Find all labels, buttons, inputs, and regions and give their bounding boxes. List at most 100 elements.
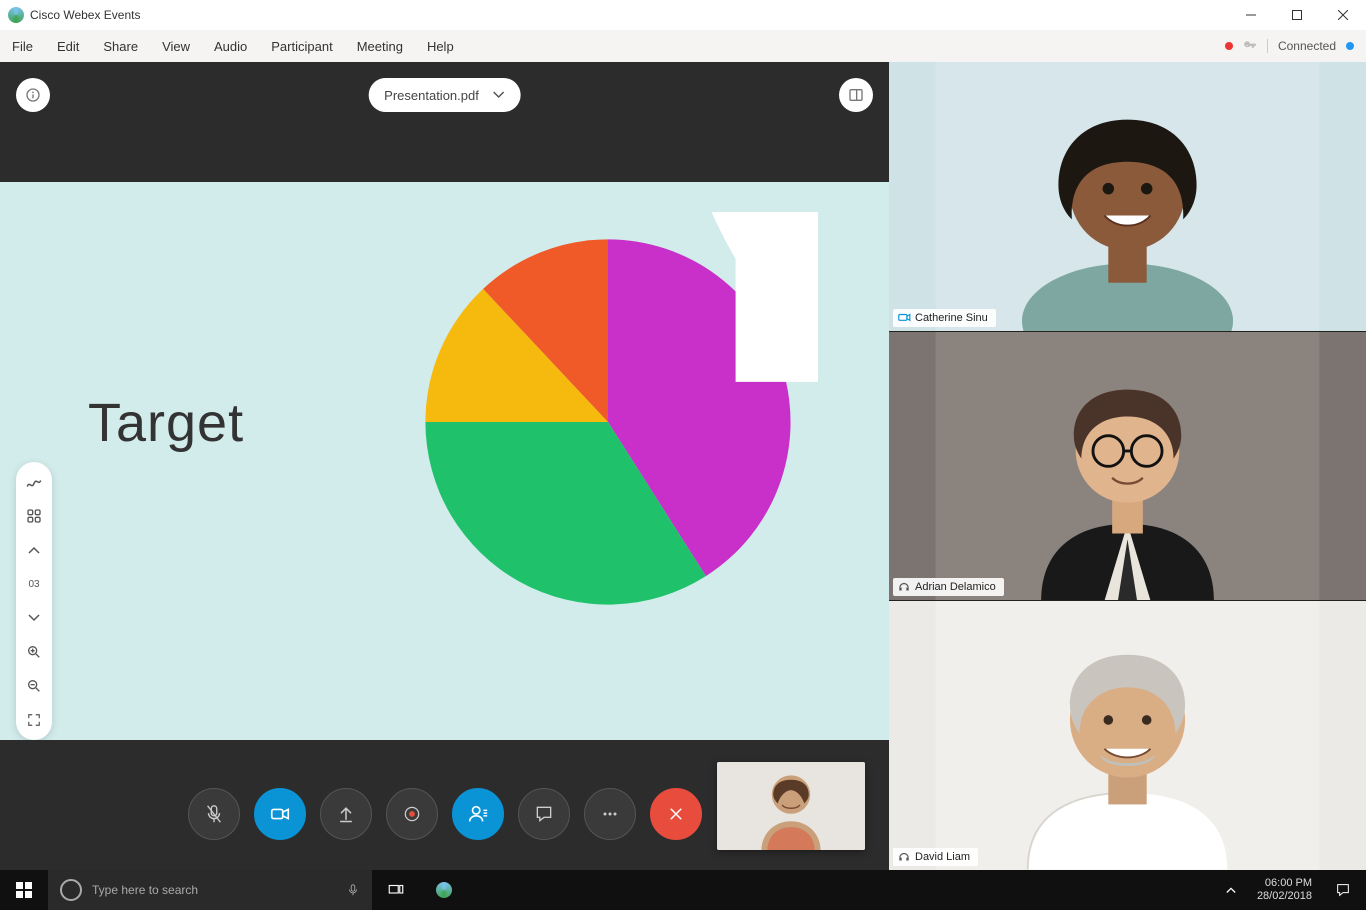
mic-off-icon bbox=[203, 803, 225, 825]
avatar-icon bbox=[889, 332, 1366, 601]
avatar-icon bbox=[717, 762, 865, 850]
meeting-controls-bar bbox=[0, 760, 889, 870]
menu-share[interactable]: Share bbox=[103, 39, 138, 54]
menu-audio[interactable]: Audio bbox=[214, 39, 247, 54]
scribble-icon bbox=[25, 473, 43, 491]
scribble-tool[interactable] bbox=[24, 472, 44, 492]
taskbar-clock[interactable]: 06:00 PM 28/02/2018 bbox=[1247, 877, 1322, 903]
end-call-button[interactable] bbox=[650, 788, 702, 840]
participant-name-badge: Adrian Delamico bbox=[893, 578, 1004, 596]
page-number: 03 bbox=[24, 574, 44, 594]
participant-name: Adrian Delamico bbox=[915, 581, 996, 593]
webex-logo-icon bbox=[8, 7, 24, 23]
record-button[interactable] bbox=[386, 788, 438, 840]
grid-icon bbox=[26, 508, 42, 524]
window-titlebar: Cisco Webex Events bbox=[0, 0, 1366, 30]
participant-tile[interactable]: David Liam bbox=[889, 601, 1366, 870]
avatar-icon bbox=[889, 62, 1366, 331]
menu-participant[interactable]: Participant bbox=[271, 39, 332, 54]
menu-view[interactable]: View bbox=[162, 39, 190, 54]
participant-name-badge: Catherine Sinu bbox=[893, 309, 996, 327]
windows-taskbar: Type here to search 06:00 PM 28/02/2018 bbox=[0, 870, 1366, 910]
chat-button[interactable] bbox=[518, 788, 570, 840]
layout-button[interactable] bbox=[839, 78, 873, 112]
self-video-thumbnail[interactable] bbox=[717, 762, 865, 850]
participants-button[interactable] bbox=[452, 788, 504, 840]
chevron-up-icon bbox=[28, 546, 40, 554]
share-button[interactable] bbox=[320, 788, 372, 840]
zoom-out-button[interactable] bbox=[24, 676, 44, 696]
connection-status: Connected bbox=[1278, 39, 1336, 53]
more-icon bbox=[600, 804, 620, 824]
taskbar-app-webex[interactable] bbox=[420, 870, 468, 910]
zoom-in-button[interactable] bbox=[24, 642, 44, 662]
fullscreen-button[interactable] bbox=[24, 710, 44, 730]
tray-chevron[interactable] bbox=[1219, 870, 1243, 910]
annotation-toolbar: 03 bbox=[16, 462, 52, 740]
more-options-button[interactable] bbox=[584, 788, 636, 840]
video-button[interactable] bbox=[254, 788, 306, 840]
menu-meeting[interactable]: Meeting bbox=[357, 39, 403, 54]
mic-icon[interactable] bbox=[346, 881, 360, 899]
action-center-button[interactable] bbox=[1326, 870, 1360, 910]
participant-name: Catherine Sinu bbox=[915, 312, 988, 324]
expand-icon bbox=[27, 713, 41, 727]
info-icon bbox=[25, 87, 41, 103]
window-title: Cisco Webex Events bbox=[30, 8, 141, 22]
record-icon bbox=[402, 804, 422, 824]
presentation-top-bar: Presentation.pdf bbox=[0, 62, 889, 182]
clock-time: 06:00 PM bbox=[1257, 877, 1312, 890]
avatar-icon bbox=[889, 601, 1366, 870]
record-indicator-icon bbox=[1225, 42, 1233, 50]
taskbar-search[interactable]: Type here to search bbox=[48, 870, 372, 910]
close-icon bbox=[667, 805, 685, 823]
task-view-icon bbox=[387, 881, 405, 899]
workspace: Presentation.pdf Target bbox=[0, 62, 1366, 870]
menu-edit[interactable]: Edit bbox=[57, 39, 79, 54]
camera-icon bbox=[269, 803, 291, 825]
zoom-out-icon bbox=[26, 678, 42, 694]
upload-icon bbox=[336, 804, 356, 824]
search-placeholder: Type here to search bbox=[92, 883, 198, 897]
cortana-icon bbox=[60, 879, 82, 901]
window-maximize-button[interactable] bbox=[1274, 0, 1320, 30]
presentation-pane: Presentation.pdf Target bbox=[0, 62, 889, 870]
lock-icon[interactable] bbox=[1243, 39, 1257, 53]
mute-button[interactable] bbox=[188, 788, 240, 840]
start-button[interactable] bbox=[0, 870, 48, 910]
chevron-down-icon bbox=[493, 89, 505, 101]
menu-help[interactable]: Help bbox=[427, 39, 454, 54]
zoom-in-icon bbox=[26, 644, 42, 660]
pie-chart: 41% 34% 13% 12% bbox=[398, 212, 818, 632]
menu-file[interactable]: File bbox=[12, 39, 33, 54]
participant-name: David Liam bbox=[915, 851, 970, 863]
info-button[interactable] bbox=[16, 78, 50, 112]
menu-bar: File Edit Share View Audio Participant M… bbox=[0, 30, 1366, 62]
notification-icon bbox=[1335, 882, 1351, 898]
connected-indicator-icon bbox=[1346, 42, 1354, 50]
webex-logo-icon bbox=[436, 882, 452, 898]
layout-icon bbox=[848, 87, 864, 103]
slide-area: Target 41% 34% 13% 12% bbox=[0, 182, 889, 740]
participant-name-badge: David Liam bbox=[893, 848, 978, 866]
task-view-button[interactable] bbox=[372, 870, 420, 910]
chat-icon bbox=[534, 804, 554, 824]
slide-title: Target bbox=[88, 392, 244, 454]
headset-icon bbox=[897, 580, 911, 594]
participant-tile[interactable]: Adrian Delamico bbox=[889, 332, 1366, 602]
window-close-button[interactable] bbox=[1320, 0, 1366, 30]
windows-icon bbox=[16, 882, 32, 898]
people-icon bbox=[467, 803, 489, 825]
clock-date: 28/02/2018 bbox=[1257, 890, 1312, 903]
chevron-up-icon bbox=[1226, 885, 1236, 895]
headset-icon bbox=[897, 850, 911, 864]
next-page-button[interactable] bbox=[24, 608, 44, 628]
pie-label-d: 12% bbox=[593, 212, 818, 632]
thumbnails-tool[interactable] bbox=[24, 506, 44, 526]
presenter-icon bbox=[897, 311, 911, 325]
window-minimize-button[interactable] bbox=[1228, 0, 1274, 30]
prev-page-button[interactable] bbox=[24, 540, 44, 560]
participant-tile[interactable]: Catherine Sinu bbox=[889, 62, 1366, 332]
participants-video-panel: Catherine Sinu Adrian Delamico bbox=[889, 62, 1366, 870]
document-selector[interactable]: Presentation.pdf bbox=[368, 78, 521, 112]
